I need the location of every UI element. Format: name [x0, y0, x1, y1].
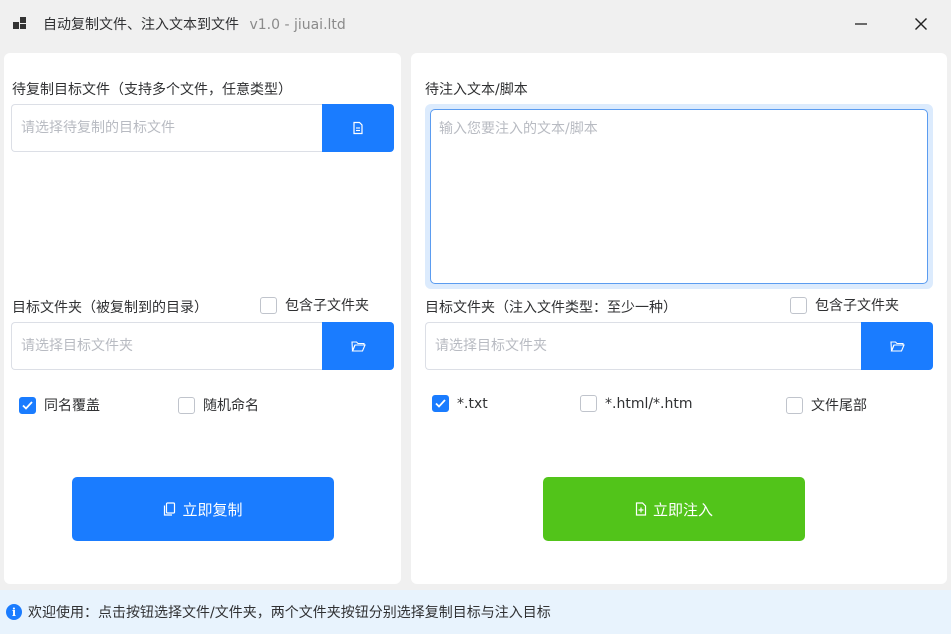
dest-folder-input[interactable]	[11, 322, 322, 370]
app-logo-icon	[13, 17, 26, 29]
target-files-label: 待复制目标文件（支持多个文件，任意类型）	[12, 82, 292, 98]
folder-icon	[889, 340, 905, 352]
inject-text-area[interactable]	[430, 109, 928, 284]
random-name-label: 随机命名	[203, 398, 259, 414]
copy-panel: 待复制目标文件（支持多个文件，任意类型） 目标文件夹（被复制到的目录） 包含子文…	[4, 53, 401, 584]
type-txt-label: *.txt	[457, 395, 488, 412]
checkbox-box	[786, 396, 803, 414]
random-name-checkbox[interactable]: 随机命名	[178, 395, 259, 415]
copy-now-button[interactable]: 立即复制	[72, 477, 334, 541]
window-title: 自动复制文件、注入文本到文件 v1.0 - jiuai.ltd	[43, 14, 346, 34]
check-icon	[22, 400, 33, 410]
inject-include-subfolders-checkbox[interactable]: 包含子文件夹	[790, 295, 899, 315]
checkbox-box	[260, 296, 277, 314]
include-subfolders-checkbox[interactable]: 包含子文件夹	[260, 295, 369, 315]
minimize-button[interactable]	[838, 8, 884, 40]
window-title-text: 自动复制文件、注入文本到文件	[43, 17, 239, 33]
dest-folder-label: 目标文件夹（被复制到的目录）	[12, 300, 208, 316]
checkbox-box	[432, 395, 449, 412]
file-icon	[353, 121, 363, 135]
overwrite-checkbox[interactable]: 同名覆盖	[19, 395, 100, 415]
title-bar: 自动复制文件、注入文本到文件 v1.0 - jiuai.ltd	[0, 0, 951, 48]
checkbox-box	[790, 296, 807, 314]
status-text: 欢迎使用：点击按钮选择文件/文件夹，两个文件夹按钮分别选择复制目标与注入目标	[28, 605, 551, 621]
copy-now-label: 立即复制	[182, 500, 243, 519]
close-button[interactable]	[898, 8, 944, 40]
check-icon	[435, 399, 446, 408]
inject-dest-folder-input[interactable]	[425, 322, 861, 370]
window-version: v1.0 - jiuai.ltd	[249, 17, 346, 33]
inject-text-label: 待注入文本/脚本	[425, 82, 528, 98]
checkbox-box	[178, 396, 195, 414]
inject-select-folder-button[interactable]	[861, 322, 933, 370]
inject-panel: 待注入文本/脚本 目标文件夹（注入文件类型：至少一种） 包含子文件夹 *.txt…	[411, 53, 947, 584]
file-add-icon	[635, 502, 647, 516]
overwrite-label: 同名覆盖	[44, 398, 100, 414]
include-subfolders-label: 包含子文件夹	[285, 298, 369, 314]
inject-now-label: 立即注入	[652, 500, 713, 519]
folder-icon	[350, 340, 366, 352]
copy-icon	[164, 502, 176, 516]
inject-dest-folder-label: 目标文件夹（注入文件类型：至少一种）	[425, 300, 677, 316]
select-files-button[interactable]	[322, 104, 394, 152]
select-folder-button[interactable]	[322, 322, 394, 370]
type-html-checkbox[interactable]: *.html/*.htm	[580, 395, 693, 412]
type-file-end-checkbox[interactable]: 文件尾部	[786, 395, 867, 415]
type-txt-checkbox[interactable]: *.txt	[432, 395, 488, 412]
minimize-icon	[855, 23, 867, 25]
target-files-group	[11, 104, 394, 152]
dest-folder-group	[11, 322, 394, 370]
inject-text-wrapper	[425, 104, 933, 289]
status-bar: i 欢迎使用：点击按钮选择文件/文件夹，两个文件夹按钮分别选择复制目标与注入目标	[0, 590, 951, 634]
target-files-input[interactable]	[11, 104, 322, 152]
inject-now-button[interactable]: 立即注入	[543, 477, 805, 541]
info-icon: i	[6, 604, 22, 620]
inject-dest-folder-group	[425, 322, 933, 370]
type-html-label: *.html/*.htm	[605, 395, 693, 412]
inject-include-subfolders-label: 包含子文件夹	[815, 298, 899, 314]
close-icon	[915, 18, 927, 30]
checkbox-box	[19, 396, 36, 414]
type-file-end-label: 文件尾部	[811, 398, 867, 414]
checkbox-box	[580, 395, 597, 412]
